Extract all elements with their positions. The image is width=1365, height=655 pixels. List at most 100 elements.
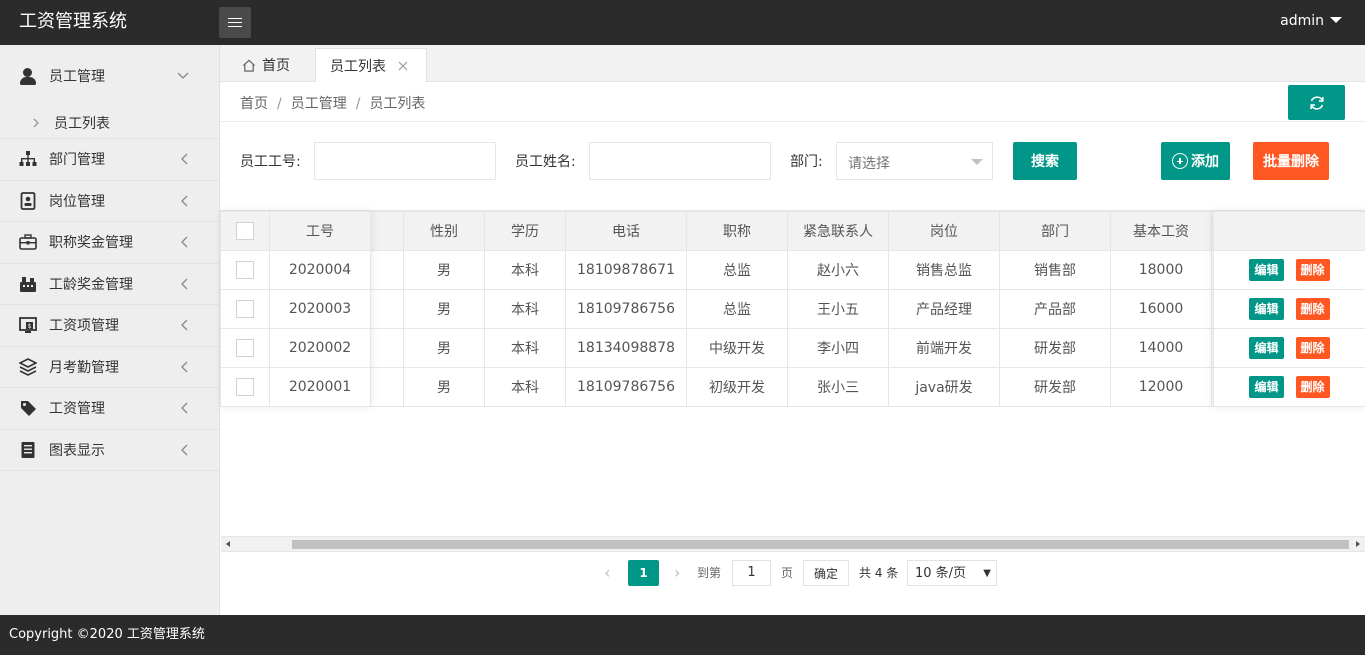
monitor-icon: $ — [19, 317, 37, 334]
footer: Copyright ©2020 工资管理系统 — [0, 615, 1365, 655]
cell-dept: 产品部 — [999, 289, 1111, 329]
caret-down-icon — [1330, 17, 1342, 23]
sidebar-item-attendance[interactable]: 月考勤管理 — [0, 347, 219, 388]
delete-button[interactable]: 删除 — [1295, 298, 1330, 320]
delete-button[interactable]: 删除 — [1295, 259, 1330, 281]
cell-id: 2020001 — [269, 367, 371, 407]
cell-salary: 14000 — [1110, 328, 1212, 368]
edit-button[interactable]: 编辑 — [1249, 259, 1284, 281]
prev-page-icon[interactable]: ‹ — [604, 560, 610, 586]
refresh-button[interactable] — [1288, 85, 1345, 120]
row-checkbox[interactable] — [236, 378, 254, 396]
select-all-checkbox[interactable] — [236, 222, 254, 240]
cell-dept: 研发部 — [999, 367, 1111, 407]
emp-name-input[interactable] — [589, 142, 771, 180]
table-header-row: 性别 学历 电话 职称 紧急联系人 岗位 部门 基本工资 — [220, 211, 1365, 251]
cell-salary: 18000 — [1110, 250, 1212, 290]
chevron-left-icon — [181, 319, 188, 331]
table-row: 编辑 删除 — [1213, 289, 1365, 329]
edit-button[interactable]: 编辑 — [1249, 298, 1284, 320]
close-icon[interactable] — [398, 61, 408, 71]
layers-icon — [19, 357, 37, 376]
sidebar-item-label: 工资管理 — [49, 401, 105, 418]
dept-select[interactable]: 请选择 — [836, 142, 993, 180]
cell-gender: 男 — [403, 289, 485, 329]
sidebar-item-charts[interactable]: 图表显示 — [0, 430, 219, 471]
page-unit-label: 页 — [781, 566, 794, 580]
dept-select-placeholder: 请选择 — [848, 156, 890, 172]
cell-edu: 本科 — [484, 289, 566, 329]
row-checkbox[interactable] — [236, 339, 254, 357]
sidebar-item-salary-item[interactable]: $ 工资项管理 — [0, 305, 219, 347]
cell-id: 2020004 — [269, 250, 371, 290]
scroll-left-icon[interactable] — [226, 541, 230, 547]
page-current[interactable]: 1 — [628, 560, 659, 586]
batch-delete-button[interactable]: 批量删除 — [1253, 142, 1329, 180]
cell-salary: 12000 — [1110, 367, 1212, 407]
tabs-bar: 首页 员工列表 — [220, 45, 1365, 82]
sidebar-item-position[interactable]: 岗位管理 — [0, 181, 219, 222]
row-checkbox[interactable] — [236, 261, 254, 279]
add-button[interactable]: 添加 — [1161, 142, 1230, 180]
table-row: 编辑 删除 — [1213, 250, 1365, 290]
plus-circle-icon — [1172, 153, 1188, 169]
delete-button[interactable]: 删除 — [1295, 337, 1330, 359]
cell-title: 总监 — [686, 289, 788, 329]
cell-edu: 本科 — [484, 367, 566, 407]
sidebar-item-title-bonus[interactable]: 职称奖金管理 — [0, 222, 219, 264]
edit-button[interactable]: 编辑 — [1249, 337, 1284, 359]
sidebar-item-seniority-bonus[interactable]: 工龄奖金管理 — [0, 264, 219, 305]
cell-gender: 男 — [403, 367, 485, 407]
column-header: 基本工资 — [1110, 211, 1212, 251]
sidebar-item-label: 月考勤管理 — [49, 359, 119, 376]
goto-confirm-button[interactable]: 确定 — [803, 560, 850, 586]
cell-title: 初级开发 — [686, 367, 788, 407]
app-logo: 工资管理系统 — [19, 11, 127, 32]
sidebar-item-employee[interactable]: 员工管理 — [0, 45, 219, 107]
breadcrumb-row: 首页 / 员工管理 / 员工列表 — [220, 82, 1365, 122]
table-row: 男 本科 18109786756 总监 王小五 产品经理 产品部 16000 — [220, 289, 1365, 329]
scrollbar-thumb[interactable] — [292, 540, 1349, 549]
cell-post: java研发 — [888, 367, 1000, 407]
delete-button[interactable]: 删除 — [1295, 376, 1330, 398]
sidebar-item-department[interactable]: 部门管理 — [0, 139, 219, 181]
cell-contact: 赵小六 — [787, 250, 889, 290]
chevron-left-icon — [181, 361, 188, 373]
tab-employee-list[interactable]: 员工列表 — [315, 48, 427, 82]
sidebar-subitem-employee-list[interactable]: 员工列表 — [0, 107, 219, 139]
table-row: 2020004 — [220, 250, 371, 290]
cell-post: 销售总监 — [888, 250, 1000, 290]
cell-phone: 18134098878 — [565, 328, 687, 368]
add-button-label: 添加 — [1191, 154, 1219, 170]
svg-text:$: $ — [28, 323, 32, 330]
emp-no-input[interactable] — [314, 142, 496, 180]
column-header: 电话 — [565, 211, 687, 251]
row-checkbox[interactable] — [236, 300, 254, 318]
user-menu[interactable]: admin — [1280, 13, 1342, 29]
sidebar-item-salary[interactable]: 工资管理 — [0, 388, 219, 430]
edit-button[interactable]: 编辑 — [1249, 376, 1284, 398]
horizontal-scrollbar[interactable] — [221, 536, 1365, 551]
cell-phone: 18109878671 — [565, 250, 687, 290]
table-row: 2020001 — [220, 367, 371, 407]
table-fixed-right: 编辑 删除 编辑 删除 编辑 删除 编辑 删除 — [1213, 211, 1365, 407]
scroll-right-icon[interactable] — [1356, 541, 1360, 547]
tab-home[interactable]: 首页 — [242, 48, 290, 82]
goto-page-input[interactable] — [732, 560, 771, 586]
search-button[interactable]: 搜索 — [1013, 142, 1077, 180]
chevron-left-icon — [181, 402, 188, 414]
next-page-icon[interactable]: › — [674, 560, 680, 586]
username: admin — [1280, 13, 1324, 29]
top-header: 工资管理系统 admin — [0, 0, 1365, 45]
breadcrumb-item[interactable]: 员工管理 — [291, 96, 347, 112]
page-size-select[interactable]: 10 条/页 ▼ — [907, 560, 997, 586]
table-row: 男 本科 18109786756 初级开发 张小三 java研发 研发部 120… — [220, 367, 1365, 407]
menu-toggle-button[interactable] — [219, 7, 251, 38]
breadcrumb-current: 员工列表 — [369, 96, 426, 112]
breadcrumb-item[interactable]: 首页 — [240, 96, 268, 112]
cell-edu: 本科 — [484, 328, 566, 368]
sidebar-item-label: 工龄奖金管理 — [49, 276, 133, 293]
table-row: 编辑 删除 — [1213, 367, 1365, 407]
document-icon — [21, 441, 35, 458]
emp-no-label: 员工工号: — [240, 154, 301, 170]
